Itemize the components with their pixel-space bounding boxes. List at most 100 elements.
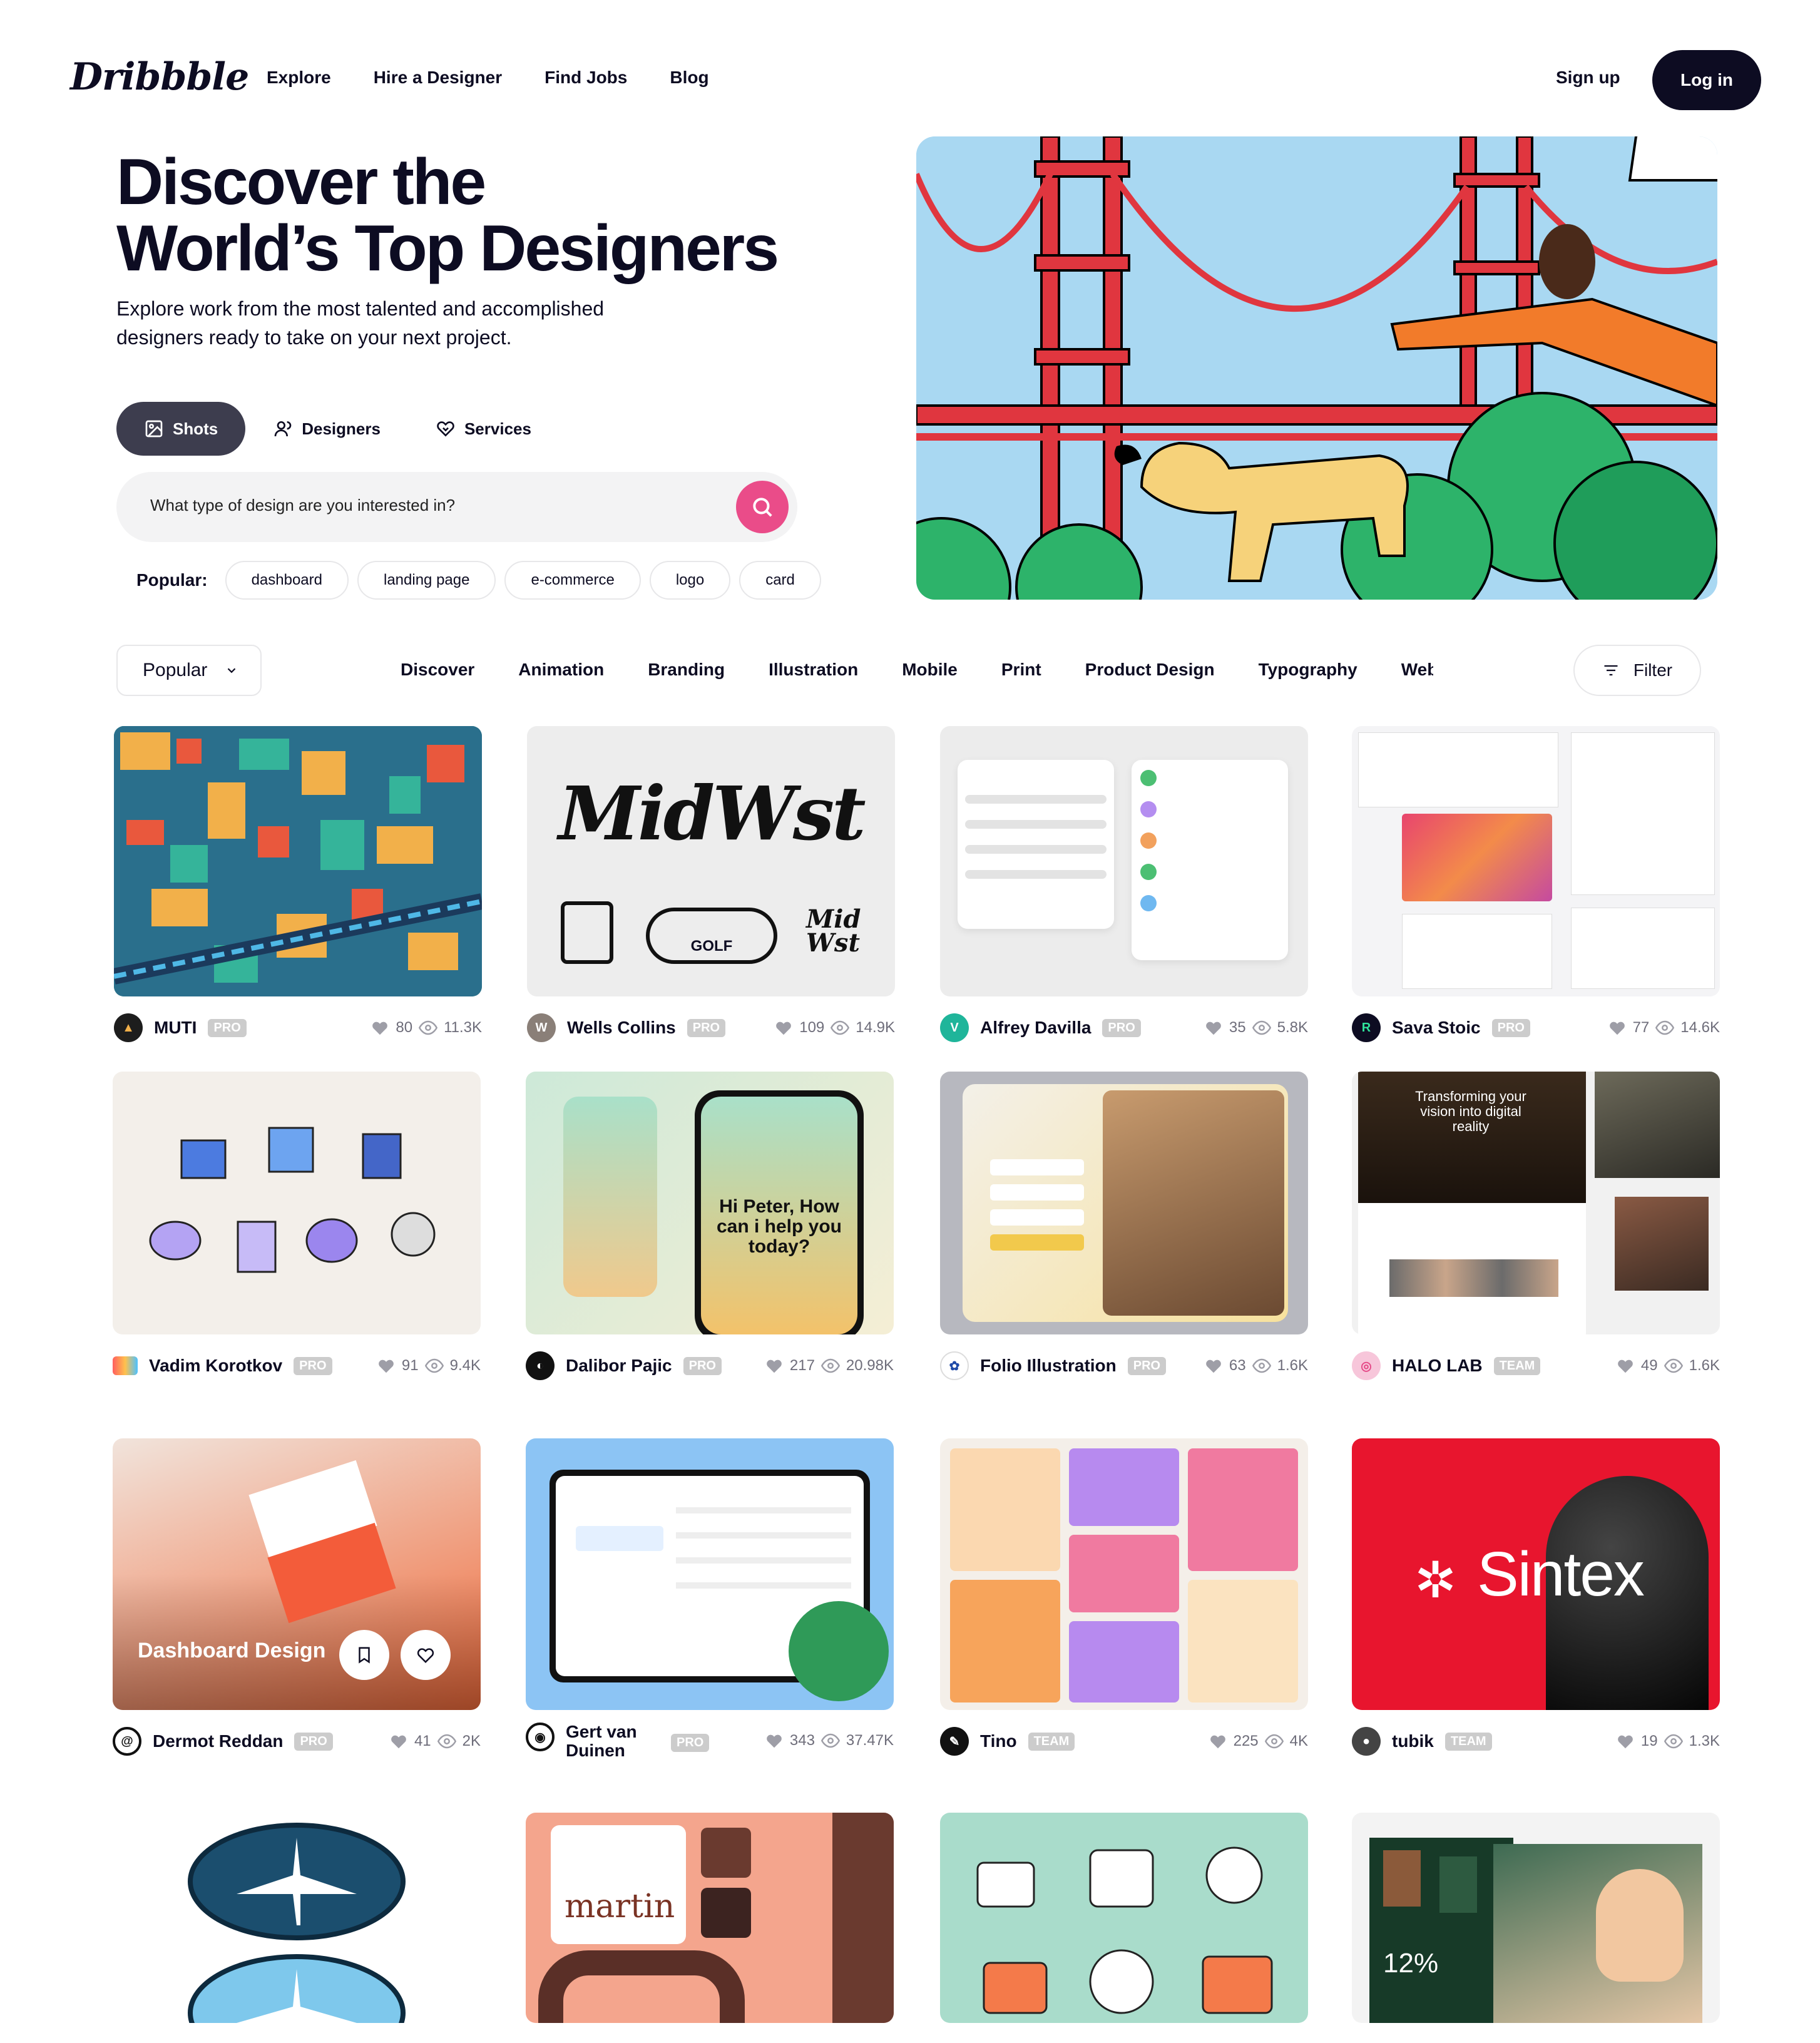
image-icon <box>145 420 163 438</box>
shot-thumbnail[interactable]: Sintex ✲ <box>1352 1438 1720 1710</box>
designer-name[interactable]: Alfrey Davilla <box>980 1018 1091 1038</box>
hero-title: Discover the World’s Top Designers <box>116 149 892 282</box>
avatar[interactable]: W <box>527 1013 556 1042</box>
shot-art-text: MidWst <box>558 770 866 857</box>
avatar[interactable]: ✎ <box>940 1727 969 1756</box>
heart-icon[interactable] <box>389 1732 408 1751</box>
designer-name[interactable]: Gert van Duinen <box>566 1723 660 1760</box>
popular-chip-dashboard[interactable]: dashboard <box>225 561 349 600</box>
shot-thumbnail[interactable] <box>1352 726 1720 996</box>
heart-icon[interactable] <box>1608 1018 1627 1037</box>
shot-stats: 225 4K <box>1209 1732 1308 1751</box>
avatar[interactable]: ✿ <box>940 1351 969 1380</box>
designer-name[interactable]: Tino <box>980 1731 1017 1751</box>
shot-overlay-title: Dashboard Design <box>138 1639 326 1662</box>
designer-name[interactable]: Dalibor Pajic <box>566 1356 672 1376</box>
avatar[interactable] <box>113 1356 138 1375</box>
category-product-design[interactable]: Product Design <box>1085 660 1215 680</box>
tab-shots[interactable]: Shots <box>116 402 246 456</box>
nav-link-explore[interactable]: Explore <box>267 68 331 88</box>
shot-thumbnail[interactable]: martin <box>526 1813 894 2023</box>
tab-services[interactable]: Services <box>408 402 559 456</box>
search-input[interactable]: What type of design are you interested i… <box>150 496 455 515</box>
nav-link-jobs[interactable]: Find Jobs <box>544 68 627 88</box>
likes-count: 80 <box>396 1019 413 1036</box>
designer-name[interactable]: MUTI <box>154 1018 197 1038</box>
shot-meta: W Wells Collins PRO 109 14.9K <box>527 1009 895 1047</box>
views-count: 5.8K <box>1277 1019 1308 1036</box>
heart-icon[interactable] <box>774 1018 793 1037</box>
heart-icon[interactable] <box>1616 1732 1635 1751</box>
popular-chip-landing-page[interactable]: landing page <box>357 561 496 600</box>
shot-thumbnail[interactable] <box>114 726 482 996</box>
save-button[interactable] <box>339 1630 389 1680</box>
shot-thumbnail[interactable] <box>526 1438 894 1710</box>
filter-icon <box>1604 665 1618 676</box>
category-print[interactable]: Print <box>1001 660 1041 680</box>
shot-thumbnail[interactable] <box>940 1438 1308 1710</box>
heart-icon[interactable] <box>1204 1018 1223 1037</box>
popular-chip-card[interactable]: card <box>739 561 821 600</box>
avatar[interactable]: ◉ <box>526 1723 555 1751</box>
avatar[interactable]: ◎ <box>1352 1351 1381 1380</box>
shot-art-text: Hi Peter, How can i help you today? <box>716 1196 842 1257</box>
designer-name[interactable]: Dermot Reddan <box>153 1731 283 1751</box>
filter-button[interactable]: Filter <box>1573 645 1701 696</box>
heart-icon[interactable] <box>765 1356 784 1375</box>
designer-name[interactable]: tubik <box>1392 1731 1434 1751</box>
designer-name[interactable]: HALO LAB <box>1392 1356 1483 1376</box>
heart-icon[interactable] <box>1209 1732 1227 1751</box>
heart-icon[interactable] <box>371 1018 389 1037</box>
views-count: 2K <box>462 1733 481 1749</box>
shot-thumbnail[interactable]: Transforming your vision into digital re… <box>1352 1072 1720 1334</box>
designer-name[interactable]: Wells Collins <box>567 1018 676 1038</box>
category-mobile[interactable]: Mobile <box>902 660 958 680</box>
nav-link-hire[interactable]: Hire a Designer <box>374 68 502 88</box>
avatar[interactable]: R <box>1352 1013 1381 1042</box>
heart-icon <box>417 1648 434 1664</box>
sintex-logo-icon: ✲ <box>1414 1552 1457 1608</box>
log-in-button[interactable]: Log in <box>1652 50 1761 110</box>
popular-chip-logo[interactable]: logo <box>649 561 731 600</box>
shot-stats: 80 11.3K <box>371 1018 482 1037</box>
search-button[interactable] <box>736 481 789 533</box>
avatar[interactable]: @ <box>113 1727 141 1756</box>
sign-up-link[interactable]: Sign up <box>1556 68 1620 88</box>
category-branding[interactable]: Branding <box>648 660 725 680</box>
heart-icon[interactable] <box>765 1731 784 1750</box>
avatar[interactable]: ● <box>1352 1727 1381 1756</box>
shot-thumbnail[interactable] <box>113 1813 481 2023</box>
sort-dropdown[interactable]: Popular <box>116 645 262 696</box>
shot-thumbnail[interactable] <box>113 1072 481 1334</box>
nav-link-blog[interactable]: Blog <box>670 68 708 88</box>
heart-icon[interactable] <box>377 1356 396 1375</box>
shot-thumbnail[interactable] <box>940 726 1308 996</box>
shot-thumbnail[interactable]: Dashboard Design <box>113 1438 481 1710</box>
tab-designers[interactable]: Designers <box>245 402 408 456</box>
like-button[interactable] <box>401 1630 451 1680</box>
likes-count: 109 <box>799 1019 825 1036</box>
designer-name[interactable]: Vadim Korotkov <box>149 1356 282 1376</box>
eye-icon <box>821 1733 840 1748</box>
search-bar[interactable]: What type of design are you interested i… <box>116 472 797 542</box>
avatar[interactable]: V <box>940 1013 969 1042</box>
heart-icon[interactable] <box>1204 1356 1223 1375</box>
category-web-design[interactable]: Web Des <box>1401 660 1433 680</box>
filter-button-label: Filter <box>1633 660 1673 680</box>
designer-name[interactable]: Folio Illustration <box>980 1356 1117 1376</box>
shot-thumbnail[interactable]: Hi Peter, How can i help you today? <box>526 1072 894 1334</box>
avatar[interactable]: ▲ <box>114 1013 143 1042</box>
shot-thumbnail[interactable] <box>940 1813 1308 2023</box>
designer-name[interactable]: Sava Stoic <box>1392 1018 1481 1038</box>
heart-icon[interactable] <box>1616 1356 1635 1375</box>
shot-thumbnail[interactable] <box>940 1072 1308 1334</box>
category-discover[interactable]: Discover <box>401 660 474 680</box>
shot-thumbnail[interactable]: 12% <box>1352 1813 1720 2023</box>
popular-chip-e-commerce[interactable]: e-commerce <box>504 561 641 600</box>
avatar[interactable]: ◐ <box>526 1351 555 1380</box>
shot-thumbnail[interactable]: MidWst GOLF Mid Wst <box>527 726 895 996</box>
category-animation[interactable]: Animation <box>518 660 604 680</box>
dribbble-logo[interactable]: Dribbble <box>70 55 249 99</box>
category-illustration[interactable]: Illustration <box>769 660 858 680</box>
category-typography[interactable]: Typography <box>1259 660 1357 680</box>
